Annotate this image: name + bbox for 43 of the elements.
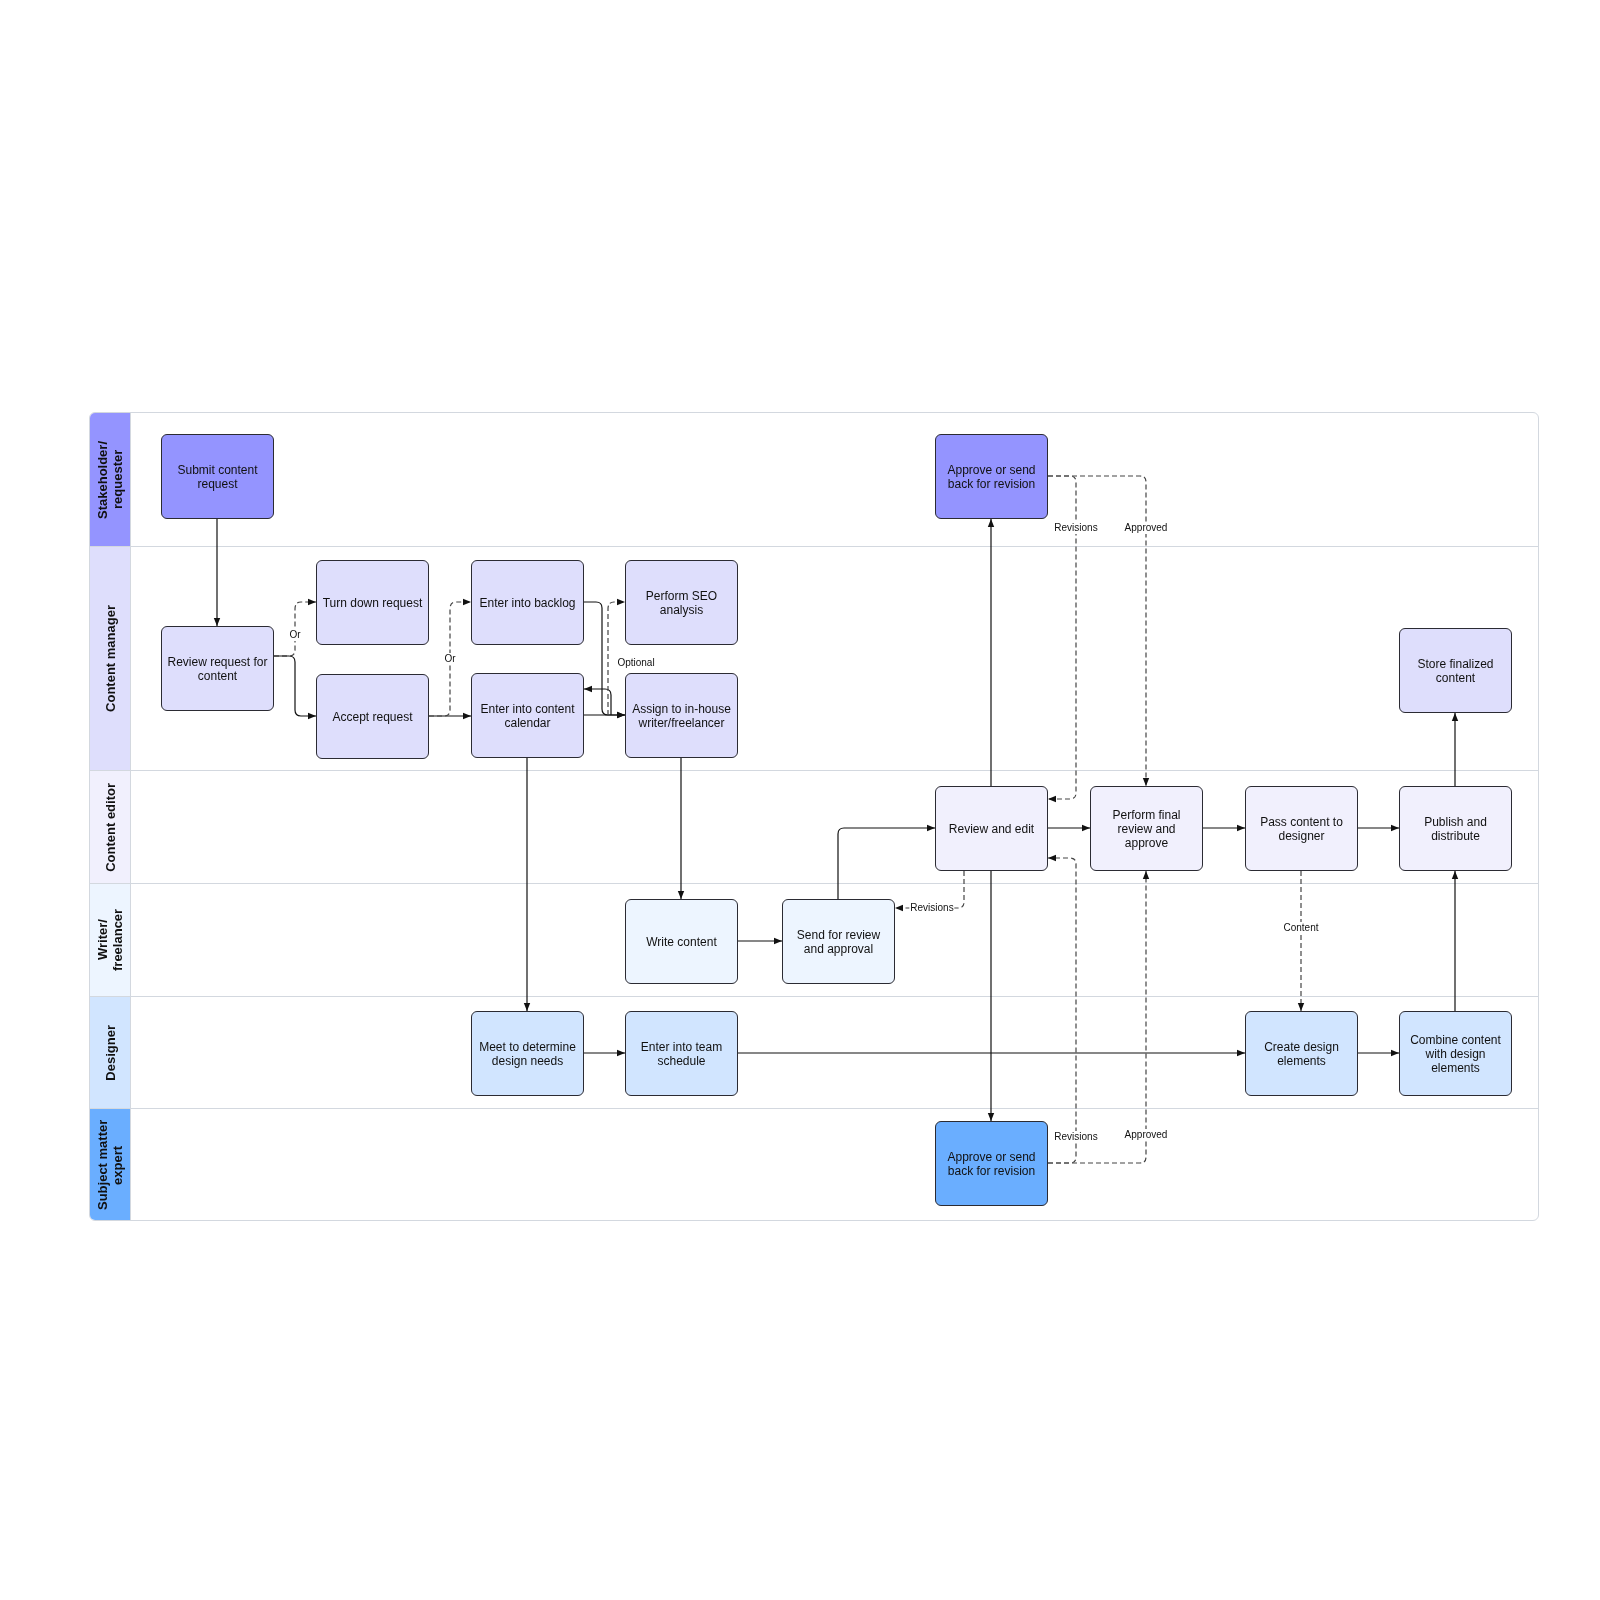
process-box: Accept request [316, 674, 429, 759]
process-box: Approve or send back for revision [935, 434, 1048, 519]
connector-label: Or [443, 653, 457, 665]
process-box: Pass content to designer [1245, 786, 1358, 871]
process-box: Submit content request [161, 434, 274, 519]
lane-header: Subject matter expert [90, 1109, 131, 1220]
process-box: Enter into backlog [471, 560, 584, 645]
process-box: Create design elements [1245, 1011, 1358, 1096]
connector-label: Revisions [1053, 522, 1099, 534]
process-box: Review request for content [161, 626, 274, 711]
connector-arrow [737, 937, 783, 945]
process-box: Enter into team schedule [625, 1011, 738, 1096]
connector-arrow [1202, 824, 1246, 832]
process-box: Review and edit [935, 786, 1048, 871]
process-box: Turn down request [316, 560, 429, 645]
connector-label: Or [288, 629, 302, 641]
lane-header: Stakeholder/ requester [90, 413, 131, 546]
connector-arrow [1357, 824, 1400, 832]
lane-header: Content manager [90, 546, 131, 771]
lane-header: Content editor [90, 771, 131, 883]
connector-label: Revisions [1053, 1131, 1099, 1143]
process-box: Enter into content calendar [471, 673, 584, 758]
process-box: Send for review and approval [782, 899, 895, 984]
connector-arrow [1047, 824, 1091, 832]
process-box: Assign to in-house writer/freelancer [625, 673, 738, 758]
process-box: Store finalized content [1399, 628, 1512, 713]
process-box: Meet to determine design needs [471, 1011, 584, 1096]
connector-label: Optional [616, 657, 656, 669]
connector-arrow [273, 655, 317, 720]
process-box: Write content [625, 899, 738, 984]
process-box: Combine content with design elements [1399, 1011, 1512, 1096]
connector-label: Revisions [909, 902, 955, 914]
process-box: Approve or send back for revision [935, 1121, 1048, 1206]
connector-label: Content [1282, 922, 1320, 934]
connector-arrow [1357, 1049, 1400, 1057]
process-box: Perform final review and approve [1090, 786, 1203, 871]
connector-arrow [583, 1049, 626, 1057]
process-box: Publish and distribute [1399, 786, 1512, 871]
lane-header: Designer [90, 996, 131, 1109]
process-box: Perform SEO analysis [625, 560, 738, 645]
connector-label: Approved [1123, 522, 1169, 534]
lane-header: Writer/ freelancer [90, 883, 131, 996]
connector-label: Approved [1123, 1129, 1169, 1141]
